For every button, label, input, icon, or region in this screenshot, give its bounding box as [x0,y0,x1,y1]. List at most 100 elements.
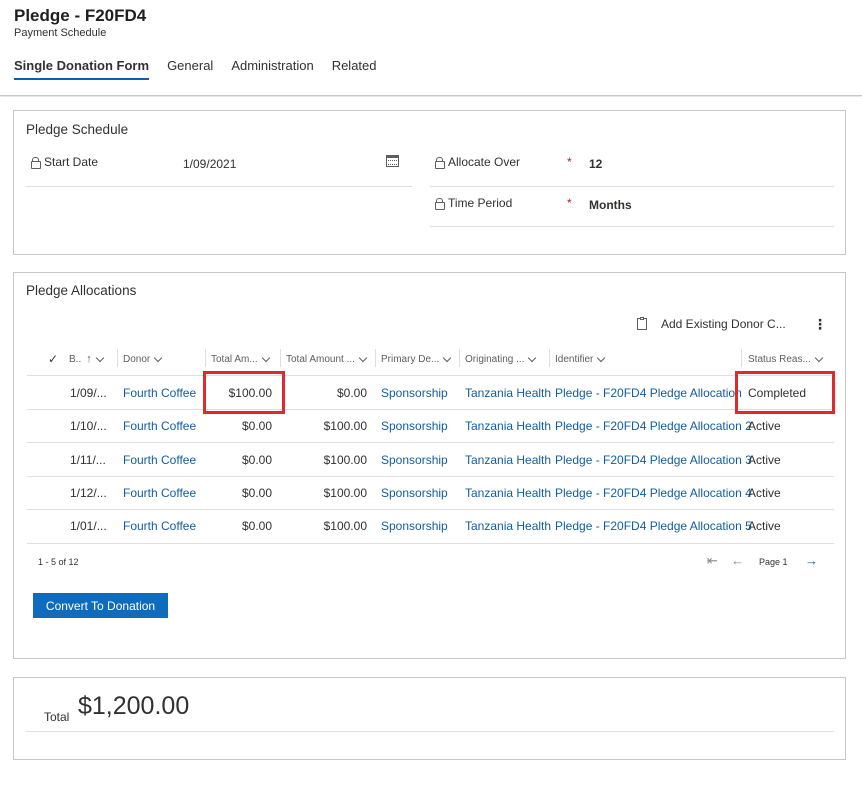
column-header-total-amount[interactable]: Total Am... [211,346,270,372]
row-divider [27,543,834,544]
cell-date: 1/12/... [70,486,107,500]
column-separator [117,349,118,367]
column-header-primary-designation-label: Primary De... [381,353,440,365]
chevron-down-icon [597,353,606,362]
row-divider [27,509,834,510]
calendar-icon[interactable] [386,155,399,167]
cell-identifier-link[interactable]: Pledge - F20FD4 Pledge Allocation 3 [555,453,752,467]
tab-single-donation-form[interactable]: Single Donation Form [14,58,150,80]
row-divider [27,442,834,443]
cell-total-amount-2: $100.00 [323,519,367,533]
allocate-over-label-text: Allocate Over [448,155,521,169]
row-divider [27,375,834,376]
column-separator [205,349,206,367]
cell-identifier-link[interactable]: Pledge - F20FD4 Pledge Allocation 4 [555,486,752,500]
chevron-down-icon [261,353,270,362]
cell-originating-link[interactable]: Tanzania Health [465,453,551,467]
column-header-total-amount-2-label: Total Amount ... [286,353,355,365]
page-title: Pledge - F20FD4 [14,6,147,25]
chevron-down-icon [95,353,104,362]
pledge-schedule-title: Pledge Schedule [26,122,129,137]
pledge-allocations-title: Pledge Allocations [26,283,137,298]
cell-donor-link[interactable]: Fourth Coffee [123,419,196,433]
previous-page-icon[interactable]: ← [731,553,744,568]
chevron-down-icon [814,353,824,362]
total-label: Total [44,710,70,724]
column-separator [375,349,376,367]
cell-total-amount-2: $0.00 [336,386,367,400]
field-divider [430,226,834,227]
next-page-icon[interactable]: → [805,553,818,568]
tab-related[interactable]: Related [332,58,377,80]
cell-originating-link[interactable]: Tanzania Health [465,486,551,500]
cell-primary-designation-link[interactable]: Sponsorship [381,519,448,533]
cell-date: 1/10/... [70,419,107,433]
required-indicator: * [567,196,572,210]
time-period-label-text: Time Period [448,196,513,210]
cell-status-reason: Active [748,519,781,533]
cell-total-amount-2: $100.00 [323,486,367,500]
column-header-identifier[interactable]: Identifier [555,346,606,372]
field-divider [26,186,412,187]
column-header-status-reason-label: Status Reas... [748,353,811,365]
column-header-originating[interactable]: Originating ... [465,346,537,372]
cell-donor-link[interactable]: Fourth Coffee [123,519,196,533]
form-header: Pledge - F20FD4 Payment Schedule Single … [0,0,862,96]
cell-primary-designation-link[interactable]: Sponsorship [381,486,448,500]
chevron-down-icon [443,353,452,362]
record-count: 1 - 5 of 12 [38,557,79,567]
cell-identifier-link[interactable]: Pledge - F20FD4 Pledge Allocation 5 [555,519,752,533]
cell-primary-designation-link[interactable]: Sponsorship [381,419,448,433]
column-separator [549,349,550,367]
column-header-total-amount-label: Total Am... [211,353,258,365]
tab-administration[interactable]: Administration [231,58,313,80]
page-subtitle: Payment Schedule [14,27,107,39]
total-value: $1,200.00 [78,692,190,720]
more-commands-icon[interactable]: ⋮ [813,316,827,333]
tab-general[interactable]: General [167,58,213,80]
cell-donor-link[interactable]: Fourth Coffee [123,486,196,500]
column-header-originating-label: Originating ... [465,353,525,365]
highlight-box [735,371,835,414]
column-header-b-label: B.. [69,353,82,365]
cell-identifier-link[interactable]: Pledge - F20FD4 Pledge Allocation 2 [555,419,752,433]
cell-status-reason: Active [748,419,781,433]
row-divider [27,409,834,410]
cell-primary-designation-link[interactable]: Sponsorship [381,453,448,467]
start-date-value[interactable]: 1/09/2021 [183,157,236,171]
field-divider [430,186,834,187]
allocate-over-value[interactable]: 12 [589,157,602,171]
start-date-label-text: Start Date [44,155,99,169]
cell-date: 1/09/... [70,386,107,400]
lock-icon [31,156,41,169]
column-separator [459,349,460,367]
column-header-primary-designation[interactable]: Primary De... [381,346,452,372]
cell-donor-link[interactable]: Fourth Coffee [123,386,196,400]
cell-donor-link[interactable]: Fourth Coffee [123,453,196,467]
allocate-over-label: Allocate Over [435,155,520,169]
cell-originating-link[interactable]: Tanzania Health [465,519,551,533]
chevron-down-icon [358,353,368,362]
cell-primary-designation-link[interactable]: Sponsorship [381,386,448,400]
first-page-icon[interactable]: ⇤ [707,553,718,569]
column-header-donor-label: Donor [123,353,151,365]
cell-identifier-link[interactable]: Pledge - F20FD4 Pledge Allocation [555,386,742,400]
cell-date: 1/01/... [70,519,107,533]
convert-to-donation-button[interactable]: Convert To Donation [33,593,168,618]
cell-total-amount: $0.00 [241,419,272,433]
page-indicator: Page 1 [759,557,788,567]
chevron-down-icon [154,353,163,362]
time-period-value[interactable]: Months [589,198,632,212]
column-header-status-reason[interactable]: Status Reas... [748,346,824,372]
required-indicator: * [567,155,572,169]
cell-originating-link[interactable]: Tanzania Health [465,386,551,400]
start-date-label: Start Date [31,155,98,169]
row-divider [27,476,834,477]
column-header-donor[interactable]: Donor [123,346,163,372]
select-all-checkbox[interactable]: ✓ [48,346,58,372]
add-existing-donor-button[interactable]: Add Existing Donor C... [637,317,786,331]
column-header-b[interactable]: B.. ↑ [69,346,104,372]
cell-originating-link[interactable]: Tanzania Health [465,419,551,433]
column-header-total-amount-2[interactable]: Total Amount ... [286,346,368,372]
tab-list: Single Donation Form General Administrat… [14,58,395,80]
